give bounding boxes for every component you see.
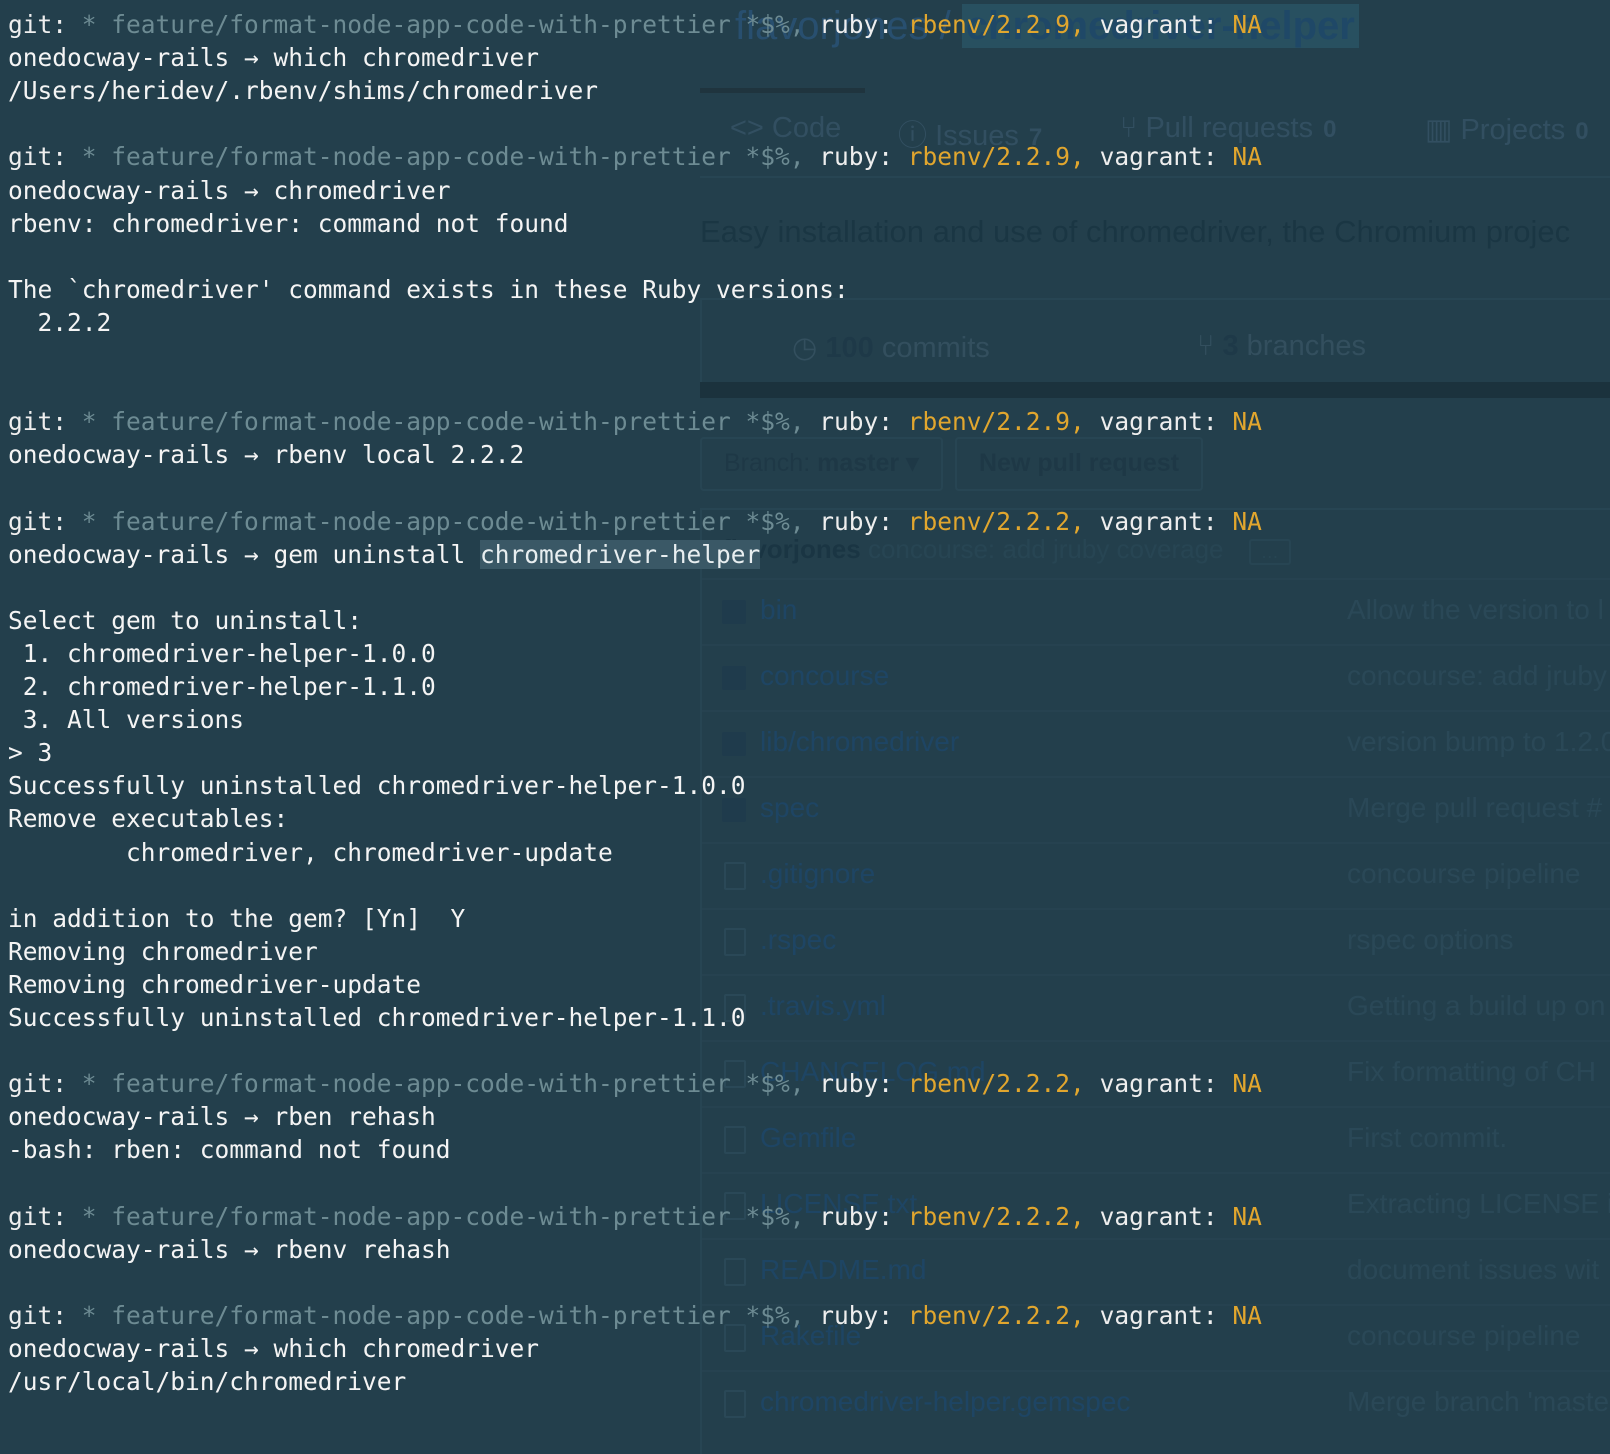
prompt-ruby-version: rbenv/2.2.2,	[907, 1201, 1085, 1231]
prompt-vagrant-label: vagrant:	[1084, 1069, 1233, 1099]
terminal-output-line: Remove executables:	[8, 804, 289, 834]
prompt-ruby-label: ruby:	[804, 142, 908, 172]
prompt-vagrant-label: vagrant:	[1084, 10, 1233, 39]
prompt-ruby-label: ruby:	[804, 10, 908, 39]
terminal-output-line: 3. All versions	[8, 705, 245, 735]
prompt-ruby-label: ruby:	[804, 1300, 908, 1330]
terminal-prompt-line: git: * feature/format-node-app-code-with…	[8, 505, 1262, 539]
prompt-vagrant-label: vagrant:	[1084, 506, 1233, 536]
terminal-command-line: onedocway-rails → chromedriver	[8, 175, 451, 205]
terminal-output-line: rbenv: chromedriver: command not found	[8, 208, 569, 238]
prompt-git-label: git:	[8, 506, 68, 536]
prompt-branch: * feature/format-node-app-code-with-pret…	[67, 1300, 805, 1330]
prompt-git-label: git:	[8, 407, 68, 437]
prompt-vagrant-value: NA	[1232, 407, 1262, 437]
prompt-branch: * feature/format-node-app-code-with-pret…	[67, 506, 805, 536]
terminal-output-line: Successfully uninstalled chromedriver-he…	[8, 1003, 746, 1032]
terminal-prompt-line: git: * feature/format-node-app-code-with…	[8, 405, 1262, 439]
prompt-vagrant-value: NA	[1232, 1201, 1262, 1231]
prompt-git-label: git:	[8, 1069, 68, 1099]
terminal-command-line: onedocway-rails → rben rehash	[8, 1102, 436, 1132]
terminal-prompt-line: git: * feature/format-node-app-code-with…	[8, 140, 1262, 174]
prompt-vagrant-label: vagrant:	[1084, 142, 1233, 172]
terminal-command-line: onedocway-rails → rbenv rehash	[8, 1234, 451, 1264]
prompt-ruby-version: rbenv/2.2.9,	[907, 10, 1085, 39]
terminal-output-line: Successfully uninstalled chromedriver-he…	[8, 771, 746, 801]
terminal-output: git: * feature/format-node-app-code-with…	[0, 0, 1610, 1452]
prompt-vagrant-value: NA	[1232, 1069, 1262, 1099]
prompt-git-label: git:	[8, 10, 68, 39]
terminal-output-line: The `chromedriver' command exists in the…	[8, 274, 849, 304]
terminal-output-line: Removing chromedriver-update	[8, 969, 422, 999]
prompt-ruby-version: rbenv/2.2.2,	[907, 1069, 1085, 1099]
selected-text-highlight: chromedriver-helper	[480, 539, 761, 569]
prompt-vagrant-label: vagrant:	[1084, 1300, 1233, 1330]
terminal-output-line: chromedriver, chromedriver-update	[8, 837, 613, 867]
prompt-ruby-label: ruby:	[804, 407, 908, 437]
terminal-output-line: 1. chromedriver-helper-1.0.0	[8, 638, 436, 668]
prompt-branch: * feature/format-node-app-code-with-pret…	[67, 1069, 805, 1099]
prompt-branch: * feature/format-node-app-code-with-pret…	[67, 142, 805, 172]
prompt-vagrant-label: vagrant:	[1084, 407, 1233, 437]
prompt-vagrant-value: NA	[1232, 142, 1262, 172]
terminal-command-line: onedocway-rails → which chromedriver	[8, 1334, 540, 1363]
prompt-vagrant-value: NA	[1232, 10, 1262, 39]
prompt-git-label: git:	[8, 1300, 68, 1330]
terminal-output-line: -bash: rben: command not found	[8, 1135, 451, 1165]
terminal-command-line: onedocway-rails → gem uninstall chromedr…	[8, 538, 761, 572]
terminal-command-line: onedocway-rails → rbenv local 2.2.2	[8, 440, 525, 470]
command-text: onedocway-rails → gem uninstall	[8, 539, 481, 569]
prompt-ruby-version: rbenv/2.2.2,	[907, 506, 1085, 536]
terminal-prompt-line: git: * feature/format-node-app-code-with…	[8, 1067, 1262, 1101]
terminal-output-line: /usr/local/bin/chromedriver	[8, 1367, 407, 1397]
prompt-ruby-label: ruby:	[804, 1069, 908, 1099]
terminal-output-line: /Users/heridev/.rbenv/shims/chromedriver	[8, 76, 599, 106]
prompt-branch: * feature/format-node-app-code-with-pret…	[67, 10, 805, 39]
terminal-prompt-line: git: * feature/format-node-app-code-with…	[8, 8, 1262, 42]
terminal-output-line: 2.2.2	[8, 307, 112, 337]
prompt-ruby-version: rbenv/2.2.9,	[907, 142, 1085, 172]
prompt-git-label: git:	[8, 142, 68, 172]
terminal-output-line: in addition to the gem? [Yn] Y	[8, 903, 466, 933]
prompt-vagrant-value: NA	[1232, 1300, 1262, 1330]
terminal-output-line: > 3	[8, 738, 53, 768]
prompt-branch: * feature/format-node-app-code-with-pret…	[67, 407, 805, 437]
terminal-output-line: Removing chromedriver	[8, 936, 318, 966]
terminal-prompt-line: git: * feature/format-node-app-code-with…	[8, 1299, 1262, 1333]
prompt-ruby-label: ruby:	[804, 1201, 908, 1231]
prompt-git-label: git:	[8, 1201, 68, 1231]
prompt-ruby-version: rbenv/2.2.9,	[907, 407, 1085, 437]
prompt-ruby-label: ruby:	[804, 506, 908, 536]
terminal-prompt-line: git: * feature/format-node-app-code-with…	[8, 1200, 1262, 1234]
terminal-output-line: Select gem to uninstall:	[8, 605, 363, 635]
prompt-vagrant-label: vagrant:	[1084, 1201, 1233, 1231]
terminal-command-line: onedocway-rails → which chromedriver	[8, 43, 540, 73]
terminal-output-line: 2. chromedriver-helper-1.1.0	[8, 672, 436, 701]
prompt-branch: * feature/format-node-app-code-with-pret…	[67, 1201, 805, 1231]
prompt-ruby-version: rbenv/2.2.2,	[907, 1300, 1085, 1330]
prompt-vagrant-value: NA	[1232, 506, 1262, 536]
